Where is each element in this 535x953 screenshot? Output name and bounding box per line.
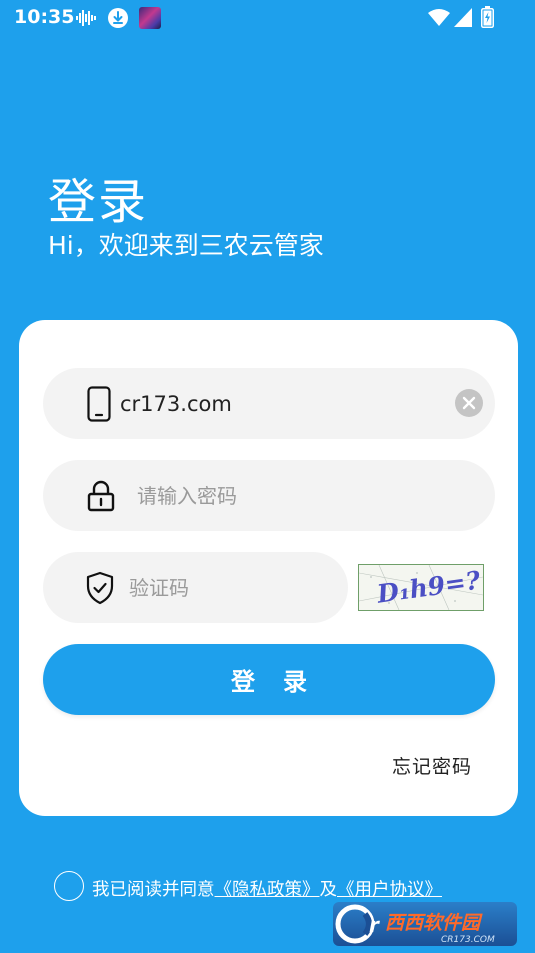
captcha-graphic: D₁h9=? bbox=[359, 565, 483, 610]
phone-input[interactable] bbox=[120, 368, 440, 439]
watermark-url: CR173.COM bbox=[441, 935, 495, 945]
agreement-text: 我已阅读并同意《隐私政策》及《用户协议》 bbox=[92, 876, 442, 901]
agreement: 我已阅读并同意《隐私政策》及《用户协议》 bbox=[54, 871, 484, 905]
captcha-field bbox=[43, 552, 348, 623]
login-button[interactable]: 登录 bbox=[43, 644, 495, 715]
password-field bbox=[43, 460, 495, 531]
page-title: 登录 bbox=[48, 174, 149, 230]
phone-icon bbox=[87, 385, 111, 422]
password-input[interactable] bbox=[137, 460, 457, 531]
phone-field bbox=[43, 368, 495, 439]
svg-text:r: r bbox=[369, 913, 380, 937]
voice-icon bbox=[76, 10, 96, 26]
login-card: D₁h9=? 登录 忘记密码 bbox=[19, 320, 518, 816]
status-bar: 10:35 bbox=[0, 0, 535, 36]
captcha-image[interactable]: D₁h9=? bbox=[358, 564, 484, 611]
agreement-prefix: 我已阅读并同意 bbox=[92, 880, 215, 900]
captcha-input[interactable] bbox=[129, 552, 329, 623]
wifi-icon bbox=[428, 9, 450, 26]
clear-button[interactable] bbox=[455, 389, 483, 417]
agree-checkbox[interactable] bbox=[54, 871, 84, 901]
agreement-conjunction: 及 bbox=[319, 880, 338, 900]
user-agreement-link[interactable]: 《用户协议》 bbox=[337, 880, 442, 900]
watermark-brand: 西西软件园 bbox=[385, 912, 483, 934]
watermark-logo: r 西西软件园 CR173.COM bbox=[333, 902, 517, 946]
page-subtitle: Hi，欢迎来到三农云管家 bbox=[48, 231, 324, 260]
signal-icon bbox=[454, 8, 472, 27]
captcha-text: D₁h9=? bbox=[374, 565, 482, 608]
lock-icon bbox=[87, 480, 115, 511]
privacy-policy-link[interactable]: 《隐私政策》 bbox=[215, 880, 320, 900]
app-icon bbox=[139, 7, 161, 29]
shield-check-icon bbox=[86, 571, 114, 604]
watermark-graphic: r 西西软件园 CR173.COM bbox=[335, 904, 495, 945]
forgot-password-link[interactable]: 忘记密码 bbox=[392, 752, 472, 779]
battery-icon bbox=[481, 6, 494, 28]
close-icon bbox=[462, 396, 476, 410]
download-icon bbox=[108, 8, 128, 28]
status-time: 10:35 bbox=[14, 6, 75, 28]
